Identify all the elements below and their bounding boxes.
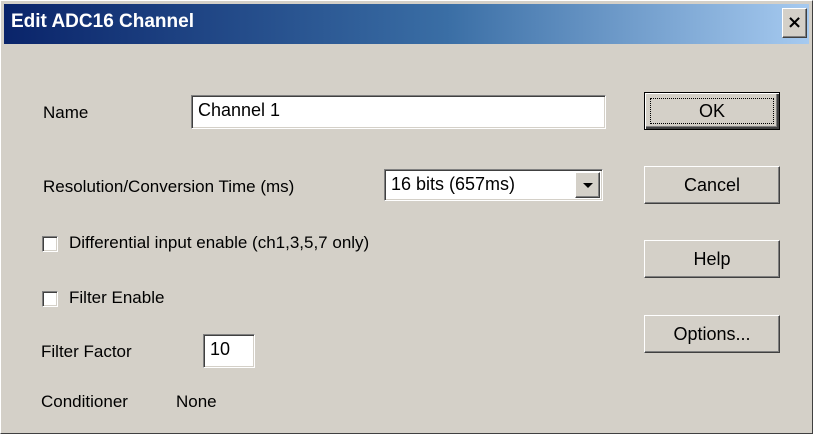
resolution-label: Resolution/Conversion Time (ms) (43, 177, 295, 196)
filter-factor-label: Filter Factor (41, 342, 132, 361)
edit-adc16-channel-dialog: Edit ADC16 Channel × Name Channel 1 Reso… (0, 0, 813, 434)
help-button-label: Help (693, 249, 731, 269)
cancel-button-label: Cancel (683, 175, 741, 195)
close-icon: × (786, 12, 803, 33)
close-button[interactable]: × (782, 8, 807, 38)
options-button-label: Options... (673, 324, 751, 344)
filter-enable-label: Filter Enable (69, 288, 165, 307)
filter-factor-input[interactable]: 10 (203, 334, 255, 368)
resolution-dropdown[interactable]: 16 bits (657ms) (384, 169, 603, 201)
ok-focus-rect: OK (650, 98, 774, 124)
dropdown-arrow-icon[interactable] (575, 172, 600, 198)
name-input-value: Channel 1 (198, 100, 281, 120)
differential-input-checkbox[interactable] (42, 236, 58, 252)
conditioner-value: None (176, 392, 217, 411)
filter-factor-value: 10 (210, 339, 231, 359)
title-bar[interactable]: Edit ADC16 Channel × (4, 4, 809, 44)
help-button[interactable]: Help (644, 240, 780, 278)
options-button[interactable]: Options... (644, 315, 780, 353)
cancel-button[interactable]: Cancel (644, 166, 780, 204)
name-label: Name (43, 103, 89, 122)
resolution-selected-value: 16 bits (657ms) (391, 174, 516, 194)
name-input[interactable]: Channel 1 (191, 95, 606, 129)
differential-input-label: Differential input enable (ch1,3,5,7 onl… (69, 233, 370, 252)
ok-button-label: OK (698, 101, 725, 121)
filter-enable-checkbox[interactable] (42, 291, 58, 307)
ok-button[interactable]: OK (644, 92, 780, 130)
window-title: Edit ADC16 Channel (11, 11, 194, 32)
conditioner-label: Conditioner (41, 392, 128, 411)
